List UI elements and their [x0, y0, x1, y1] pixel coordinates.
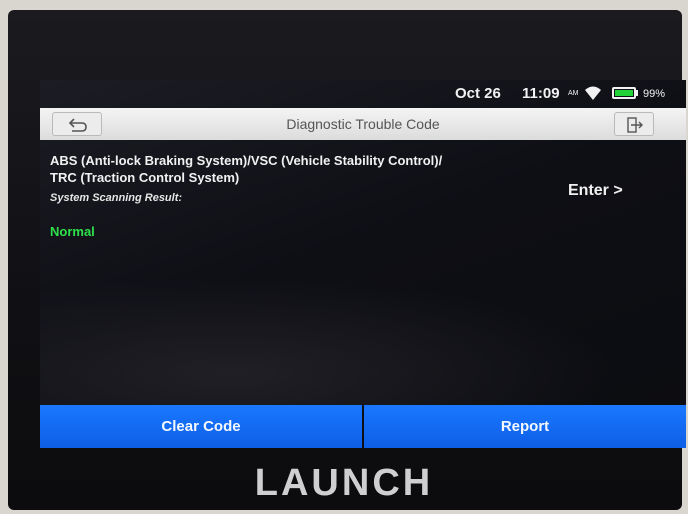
- battery-fill: [615, 90, 633, 96]
- battery-icon: [612, 87, 636, 99]
- clear-code-button[interactable]: Clear Code: [40, 405, 362, 448]
- status-ampm: AM: [568, 90, 579, 97]
- status-date: Oct 26: [455, 85, 501, 102]
- report-button[interactable]: Report: [364, 405, 686, 448]
- device-screen: Oct 26 11:09 AM 99% Diagnostic Trouble C…: [40, 80, 686, 448]
- page-title: Diagnostic Trouble Code: [286, 116, 440, 132]
- system-list-item[interactable]: ABS (Anti-lock Braking System)/VSC (Vehi…: [50, 152, 670, 252]
- enter-button[interactable]: Enter >: [568, 182, 623, 200]
- scan-result-label: System Scanning Result:: [50, 192, 183, 204]
- wifi-icon: [584, 85, 602, 101]
- system-name-line1: ABS (Anti-lock Braking System)/VSC (Vehi…: [50, 153, 443, 168]
- scan-result-value: Normal: [50, 224, 95, 239]
- device-brand-logo: LAUNCH: [254, 462, 434, 504]
- bottom-action-bar: Clear Code Report: [40, 405, 686, 448]
- battery-percent: 99%: [643, 88, 666, 100]
- status-bar: Oct 26 11:09 AM 99%: [40, 80, 686, 106]
- exit-button[interactable]: [614, 112, 654, 136]
- exit-icon: [627, 117, 643, 133]
- status-time: 11:09: [522, 85, 560, 102]
- system-name: ABS (Anti-lock Braking System)/VSC (Vehi…: [50, 152, 540, 186]
- battery-tip: [636, 90, 638, 96]
- title-bar: Diagnostic Trouble Code: [40, 108, 686, 140]
- system-name-line2: TRC (Traction Control System): [50, 170, 240, 185]
